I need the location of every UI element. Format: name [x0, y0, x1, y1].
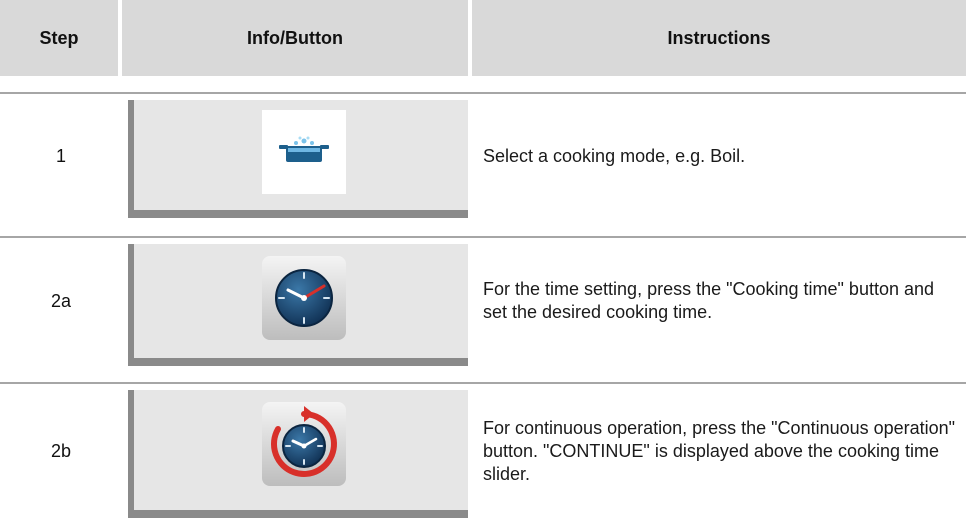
table-row: 1 Select a cooking mode, e.g. Boil. [0, 92, 966, 220]
step-number: 2a [50, 290, 72, 311]
instruction-text: For continuous operation, press the "Con… [483, 417, 956, 484]
header-step: Step [0, 0, 118, 76]
table-header: Step Info/Button Instructions [0, 0, 966, 76]
table-row: 2b For continuous operation, press the "… [0, 382, 966, 524]
table-row: 2a For the time setting, press the "Cook… [0, 236, 966, 366]
continuous-operation-clock-icon[interactable] [262, 402, 346, 486]
step-number: 1 [55, 145, 66, 166]
cooking-time-clock-icon[interactable] [262, 256, 346, 340]
header-instructions: Instructions [472, 0, 966, 76]
info-button-panel [128, 244, 468, 366]
info-button-panel [128, 100, 468, 218]
instruction-text: Select a cooking mode, e.g. Boil. [483, 145, 746, 166]
step-number: 2b [50, 440, 72, 461]
pot-boil-icon[interactable] [262, 110, 346, 194]
instruction-text: For the time setting, press the "Cooking… [483, 279, 935, 322]
info-button-panel [128, 390, 468, 518]
header-info-button: Info/Button [122, 0, 468, 76]
